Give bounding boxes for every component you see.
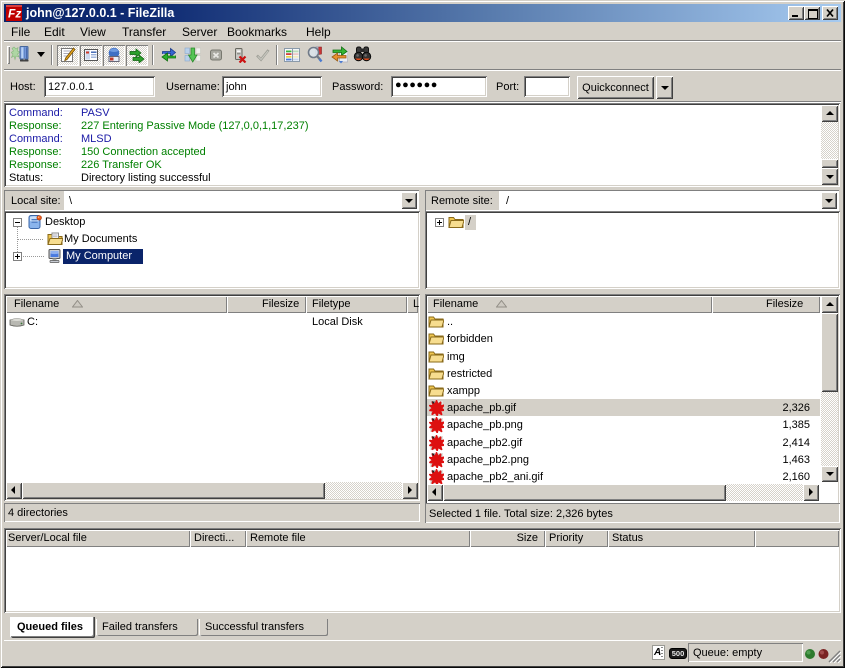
svg-text:500: 500 bbox=[672, 649, 685, 658]
svg-text:Fz: Fz bbox=[8, 7, 21, 21]
